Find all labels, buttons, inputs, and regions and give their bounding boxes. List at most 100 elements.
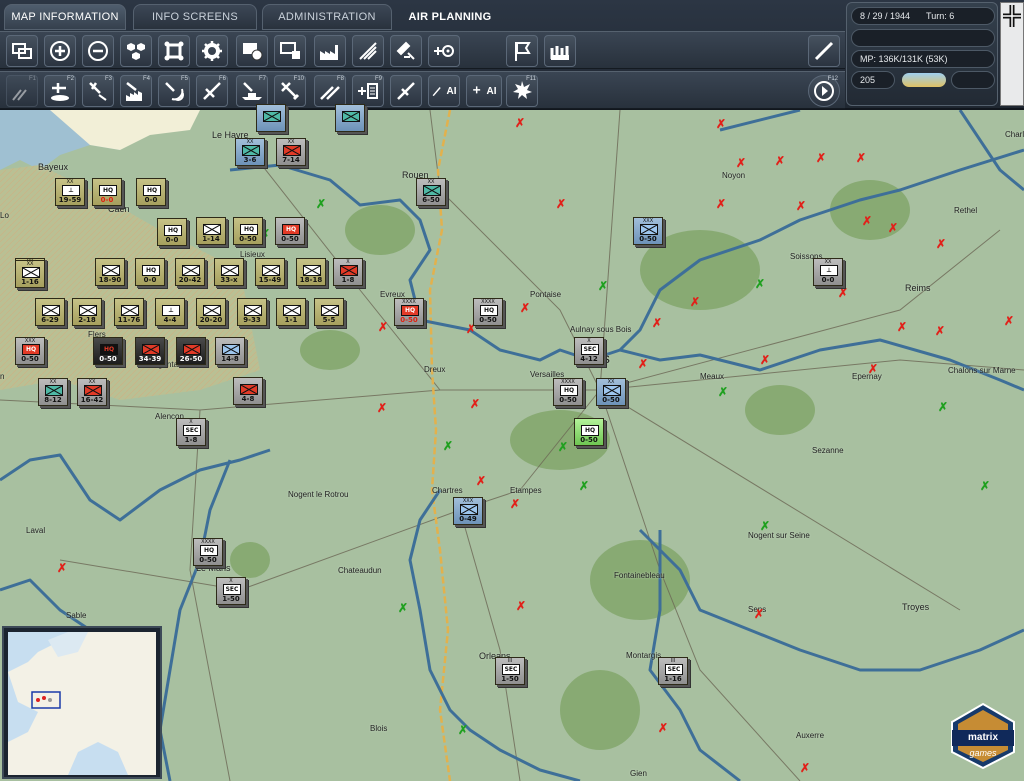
allied-airfield-marker[interactable]: ✗ xyxy=(775,155,785,167)
unit-display-button[interactable] xyxy=(236,35,268,67)
allied-airfield-marker[interactable]: ✗ xyxy=(862,215,872,227)
unit-counter-u18[interactable]: 20-42 xyxy=(175,258,205,286)
air-plan-button[interactable] xyxy=(390,75,422,107)
axis-airfield-marker[interactable]: ✗ xyxy=(458,724,468,736)
axis-airfield-marker[interactable]: ✗ xyxy=(598,280,608,292)
unit-counter-u6[interactable]: HQ 0-0 xyxy=(92,178,122,206)
unit-counter-u14[interactable]: XXX 0-50 xyxy=(633,217,663,245)
unit-counter-u20[interactable]: 15-49 xyxy=(255,258,285,286)
unit-counter-u12[interactable]: HQ 0-50 xyxy=(275,217,305,245)
unit-counter-u43[interactable]: X SEC 4-12 xyxy=(574,337,604,365)
air-group-f9-button[interactable]: F9 xyxy=(352,75,384,107)
unit-counter-u24[interactable]: 2-18 xyxy=(72,298,102,326)
interdiction-f10-button[interactable]: F10 xyxy=(274,75,306,107)
unit-counter-u4[interactable]: XX 7-14 xyxy=(276,138,306,166)
objectives-button[interactable] xyxy=(506,35,538,67)
allied-airfield-marker[interactable]: ✗ xyxy=(716,118,726,130)
axis-airfield-marker[interactable]: ✗ xyxy=(398,602,408,614)
settings-button[interactable] xyxy=(196,35,228,67)
strategic-map[interactable]: Bayeux Caen Le Havre Lisieux Rouen Noyon Rethe… xyxy=(0,104,1024,781)
unit-counter-u21[interactable]: 18-18 xyxy=(296,258,326,286)
allied-airfield-marker[interactable]: ✗ xyxy=(652,317,662,329)
explosion-f11-button[interactable]: F11 xyxy=(506,75,538,107)
reinforcements-button[interactable] xyxy=(544,35,576,67)
allied-airfield-marker[interactable]: ✗ xyxy=(897,321,907,333)
tab-info-screens[interactable]: INFO SCREENS xyxy=(133,4,257,30)
hex-grid-button[interactable] xyxy=(120,35,152,67)
monitor-button[interactable] xyxy=(274,35,306,67)
air-mode-f1-button[interactable]: F1 xyxy=(6,75,38,107)
ai-air-plan-button[interactable]: AI xyxy=(428,75,460,107)
unit-counter-u26[interactable]: ⊥ 4-4 xyxy=(155,298,185,326)
unit-counter-u48[interactable]: XXXX HQ 0-50 xyxy=(193,538,223,566)
unit-counter-u1[interactable] xyxy=(256,104,286,132)
unit-counter-u9[interactable]: HQ 0-50 xyxy=(233,217,263,245)
axis-airfield-marker[interactable]: ✗ xyxy=(558,441,568,453)
unit-counter-u3[interactable]: XX 3-6 xyxy=(235,138,265,166)
unit-counter-u49[interactable]: X SEC 1-50 xyxy=(216,577,246,605)
city-bombing-f4-button[interactable]: F4 xyxy=(120,75,152,107)
unit-counter-u16[interactable]: 18-90 xyxy=(95,258,125,286)
windows-button[interactable] xyxy=(6,35,38,67)
allied-airfield-marker[interactable]: ✗ xyxy=(816,152,826,164)
allied-airfield-marker[interactable]: ✗ xyxy=(888,222,898,234)
unit-counter-u50[interactable]: III SEC 1-50 xyxy=(495,657,525,685)
allied-airfield-marker[interactable]: ✗ xyxy=(520,302,530,314)
unit-counter-u5[interactable]: XX ⊥ 19-59 xyxy=(55,178,85,206)
axis-airfield-marker[interactable]: ✗ xyxy=(718,386,728,398)
axis-airfield-marker[interactable]: ✗ xyxy=(579,480,589,492)
allied-airfield-marker[interactable]: ✗ xyxy=(556,198,566,210)
allied-airfield-marker[interactable]: ✗ xyxy=(800,762,810,774)
zoom-out-button[interactable] xyxy=(82,35,114,67)
allied-airfield-marker[interactable]: ✗ xyxy=(510,498,520,510)
allied-airfield-marker[interactable]: ✗ xyxy=(470,398,480,410)
unit-counter-u19[interactable]: 33-x xyxy=(214,258,244,286)
recon-f5-button[interactable]: F5 xyxy=(158,75,190,107)
allied-airfield-marker[interactable]: ✗ xyxy=(378,321,388,333)
unit-counter-u36[interactable]: 26-50 xyxy=(176,337,206,365)
allied-airfield-marker[interactable]: ✗ xyxy=(658,722,668,734)
ground-attack-f3-button[interactable]: F3 xyxy=(82,75,114,107)
unit-counter-u15[interactable]: XX 1-16 xyxy=(15,260,45,288)
ai-airbase-button[interactable]: AI xyxy=(466,75,502,107)
axis-airfield-marker[interactable]: ✗ xyxy=(755,278,765,290)
air-recon-button[interactable] xyxy=(352,35,384,67)
transfer-f8-button[interactable]: F8 xyxy=(314,75,346,107)
air-interdiction-button[interactable] xyxy=(390,35,422,67)
allied-airfield-marker[interactable]: ✗ xyxy=(690,296,700,308)
allied-airfield-marker[interactable]: ✗ xyxy=(476,475,486,487)
production-button[interactable] xyxy=(314,35,346,67)
allied-airfield-marker[interactable]: ✗ xyxy=(515,117,525,129)
unit-counter-u46[interactable]: HQ 0-50 xyxy=(574,418,604,446)
unit-counter-u25[interactable]: 11-76 xyxy=(114,298,144,326)
unit-counter-u8[interactable]: XX 6-50 xyxy=(416,178,446,206)
allied-airfield-marker[interactable]: ✗ xyxy=(936,238,946,250)
unit-counter-u29[interactable]: 1-1 xyxy=(276,298,306,326)
unit-counter-u7[interactable]: HQ 0-0 xyxy=(136,178,166,206)
unit-counter-u10[interactable]: HQ 0-0 xyxy=(157,218,187,246)
axis-airfield-marker[interactable]: ✗ xyxy=(938,401,948,413)
unit-counter-u38[interactable]: XX 8-12 xyxy=(38,378,68,406)
air-superiority-f6-button[interactable]: F6 xyxy=(196,75,228,107)
allied-airfield-marker[interactable]: ✗ xyxy=(716,198,726,210)
unit-counter-u47[interactable]: XXX 0-49 xyxy=(453,497,483,525)
minimap[interactable] xyxy=(2,626,162,779)
unit-counter-u34[interactable]: HQ 0-50 xyxy=(93,337,123,365)
unit-counter-u45[interactable]: XX 0-50 xyxy=(596,378,626,406)
zoom-in-button[interactable] xyxy=(44,35,76,67)
airbase-f2-button[interactable]: F2 xyxy=(44,75,76,107)
axis-airfield-marker[interactable]: ✗ xyxy=(760,520,770,532)
tab-administration[interactable]: ADMINISTRATION xyxy=(262,4,392,30)
unit-counter-u2[interactable] xyxy=(335,104,365,132)
unit-counter-u44[interactable]: XXXX HQ 0-50 xyxy=(553,378,583,406)
allied-airfield-marker[interactable]: ✗ xyxy=(516,600,526,612)
allied-airfield-marker[interactable]: ✗ xyxy=(796,200,806,212)
allied-airfield-marker[interactable]: ✗ xyxy=(856,152,866,164)
allied-airfield-marker[interactable]: ✗ xyxy=(868,363,878,375)
allied-airfield-marker[interactable]: ✗ xyxy=(935,325,945,337)
unit-counter-u41[interactable]: X SEC 1-8 xyxy=(176,418,206,446)
unit-counter-u32[interactable]: XXXX HQ 0-50 xyxy=(473,298,503,326)
unit-counter-u31[interactable]: XXXX HQ 0-50 xyxy=(394,298,424,326)
unit-counter-u11[interactable]: 1-14 xyxy=(196,217,226,245)
unit-counter-u39[interactable]: XX 16-42 xyxy=(77,378,107,406)
